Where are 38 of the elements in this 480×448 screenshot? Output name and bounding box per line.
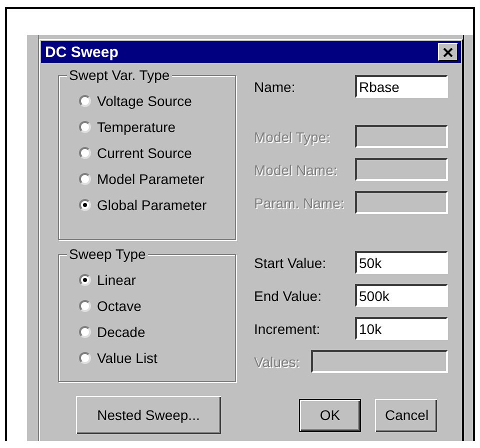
radio-label[interactable]: Decade: [97, 324, 146, 340]
close-button[interactable]: [438, 43, 458, 61]
group-title: Swept Var. Type: [67, 67, 172, 83]
radio-label[interactable]: Model Parameter: [97, 170, 204, 186]
radio-button[interactable]: [79, 146, 91, 158]
radio-button[interactable]: [79, 172, 91, 184]
window-title: DC Sweep: [45, 44, 118, 60]
radio-label[interactable]: Current Source: [97, 144, 192, 160]
radio-button[interactable]: [79, 274, 91, 286]
radio-button[interactable]: [79, 300, 91, 312]
radio-label[interactable]: Global Parameter: [97, 196, 207, 212]
radio-button[interactable]: [79, 120, 91, 132]
radio-label[interactable]: Octave: [97, 298, 142, 314]
radio-label[interactable]: Linear: [97, 272, 136, 288]
dialog-button[interactable]: Cancel: [375, 398, 437, 432]
radio-button[interactable]: [79, 326, 91, 338]
close-icon: [443, 48, 453, 56]
field-label: Values:: [254, 354, 300, 370]
field-label: Start Value:: [254, 254, 326, 270]
radio-button[interactable]: [79, 198, 91, 210]
radio-label[interactable]: Value List: [97, 350, 158, 366]
radio-button[interactable]: [79, 352, 91, 364]
dialog-button[interactable]: Nested Sweep...: [76, 396, 221, 434]
field-label: Model Name:: [254, 162, 338, 178]
radio-label[interactable]: Voltage Source: [97, 92, 192, 108]
input-field[interactable]: 10k: [355, 317, 448, 340]
field-label: Model Type:: [254, 128, 330, 144]
field-label: Param. Name:: [254, 194, 344, 210]
field-label: End Value:: [254, 288, 322, 304]
dialog-button[interactable]: OK: [299, 398, 361, 432]
field-label: Name:: [254, 78, 296, 94]
group-title: Sweep Type: [67, 246, 148, 262]
input-field[interactable]: 50k: [355, 251, 448, 274]
radio-button[interactable]: [79, 94, 91, 106]
field-label: Increment:: [254, 320, 320, 336]
input-field[interactable]: 500k: [355, 284, 448, 307]
radio-label[interactable]: Temperature: [97, 118, 176, 134]
input-field[interactable]: Rbase: [355, 75, 448, 98]
